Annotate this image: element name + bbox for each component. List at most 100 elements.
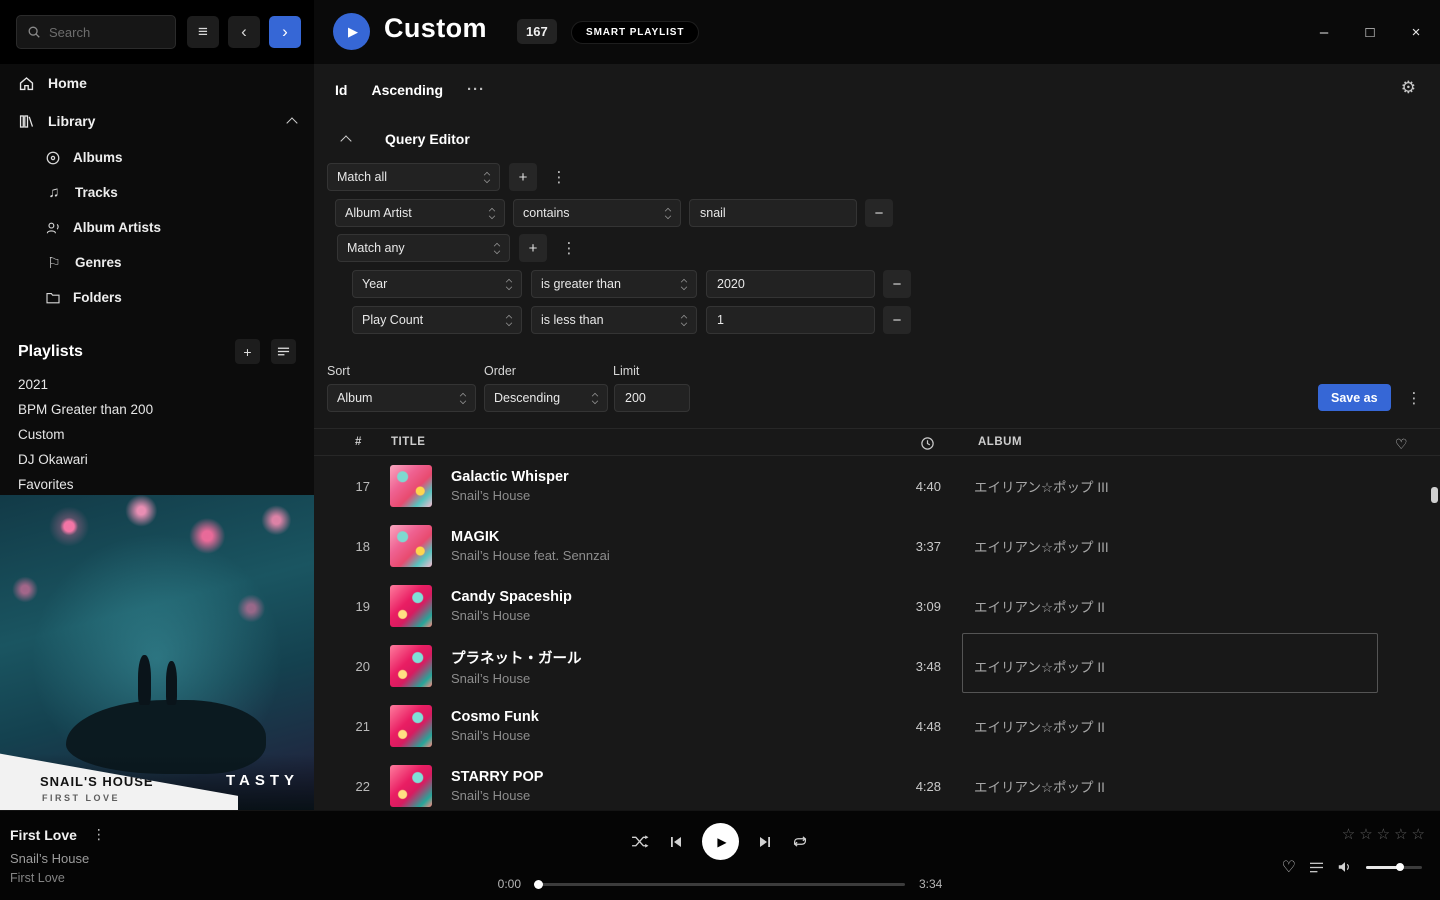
menu-icon: ≡ bbox=[198, 22, 208, 42]
collapse-query-editor-button[interactable] bbox=[333, 134, 359, 145]
track-artist: Snail’s House bbox=[451, 671, 881, 686]
playlist-item[interactable]: Favorites bbox=[0, 472, 314, 497]
rule-group-menu-button[interactable]: ⋮ bbox=[551, 163, 567, 191]
previous-button[interactable] bbox=[669, 835, 683, 849]
seek-knob bbox=[534, 880, 543, 889]
rule-value-input[interactable] bbox=[706, 306, 875, 334]
next-icon bbox=[758, 835, 772, 849]
select-stepper-icon bbox=[506, 315, 512, 326]
favorite-column-icon[interactable]: ♡ bbox=[1395, 436, 1408, 453]
gear-icon[interactable]: ⚙ bbox=[1401, 78, 1416, 98]
forward-button[interactable]: › bbox=[269, 16, 301, 48]
group-match-type-select[interactable]: Match any bbox=[337, 234, 510, 262]
track-row[interactable]: 22 STARRY POP Snail’s House 4:28 エイリアン☆ポ… bbox=[314, 756, 1440, 810]
heart-icon: ♡ bbox=[1282, 857, 1296, 877]
playlist-item[interactable]: BPM Greater than 200 bbox=[0, 397, 314, 422]
volume-slider[interactable] bbox=[1366, 866, 1422, 869]
playlist-item[interactable]: 2021 bbox=[0, 372, 314, 397]
select-stepper-icon bbox=[489, 208, 495, 219]
duration-column-icon[interactable] bbox=[920, 436, 935, 451]
sidebar-item-albums[interactable]: Albums bbox=[0, 140, 314, 175]
star-icon[interactable]: ☆ bbox=[1359, 825, 1372, 843]
track-artist: Snail’s House bbox=[451, 728, 881, 743]
add-playlist-button[interactable]: + bbox=[235, 339, 260, 364]
track-row[interactable]: 17 Galactic Whisper Snail’s House 4:40 エ… bbox=[314, 456, 1440, 516]
sidebar-item-folders[interactable]: Folders bbox=[0, 280, 314, 315]
queue-button[interactable] bbox=[1309, 861, 1324, 874]
track-row[interactable]: 19 Candy Spaceship Snail’s House 3:09 エイ… bbox=[314, 576, 1440, 636]
select-value: Descending bbox=[494, 391, 584, 405]
repeat-button[interactable] bbox=[791, 834, 809, 849]
star-icon[interactable]: ☆ bbox=[1394, 825, 1407, 843]
close-button[interactable]: × bbox=[1408, 24, 1424, 41]
match-type-select[interactable]: Match all bbox=[327, 163, 500, 191]
chevron-up-icon[interactable] bbox=[286, 117, 297, 128]
volume-icon bbox=[1337, 860, 1353, 874]
star-icon[interactable]: ☆ bbox=[1412, 825, 1425, 843]
search-box[interactable] bbox=[16, 15, 176, 49]
minus-icon: − bbox=[893, 312, 902, 329]
playlist-list-button[interactable] bbox=[271, 339, 296, 364]
sidebar-item-library[interactable]: Library bbox=[0, 102, 314, 140]
elapsed-time: 0:00 bbox=[487, 877, 521, 891]
seek-bar[interactable] bbox=[535, 883, 905, 886]
scrollbar-thumb[interactable] bbox=[1431, 487, 1438, 503]
add-rule-button[interactable]: + bbox=[509, 163, 537, 191]
track-row[interactable]: 18 MAGIK Snail’s House feat. Sennzai 3:3… bbox=[314, 516, 1440, 576]
minus-icon: − bbox=[875, 205, 884, 222]
remove-rule-button[interactable]: − bbox=[865, 199, 893, 227]
shuffle-button[interactable] bbox=[631, 834, 650, 849]
select-stepper-icon bbox=[460, 393, 466, 404]
group-menu-button[interactable]: ⋮ bbox=[561, 234, 577, 262]
back-button[interactable]: ‹ bbox=[228, 16, 260, 48]
playlist-item[interactable]: DJ Okawari bbox=[0, 447, 314, 472]
star-icon[interactable]: ☆ bbox=[1342, 825, 1355, 843]
rule-operator-select[interactable]: is greater than bbox=[531, 270, 697, 298]
order-select[interactable]: Descending bbox=[484, 384, 608, 412]
sort-select[interactable]: Album bbox=[327, 384, 476, 412]
more-options-button[interactable]: ··· bbox=[467, 81, 485, 98]
now-playing-album-art[interactable]: SNAIL'S HOUSE FIRST LOVE TASTY bbox=[0, 495, 314, 810]
sidebar-item-genres[interactable]: ⚐ Genres bbox=[0, 245, 314, 280]
sidebar-item-home[interactable]: Home bbox=[0, 64, 314, 102]
rule-value-input[interactable] bbox=[689, 199, 857, 227]
rule-operator-select[interactable]: contains bbox=[513, 199, 681, 227]
rule-field-select[interactable]: Album Artist bbox=[335, 199, 505, 227]
rule-field-select[interactable]: Year bbox=[352, 270, 522, 298]
rule-value-input[interactable] bbox=[706, 270, 875, 298]
sidebar-item-tracks[interactable]: ♫ Tracks bbox=[0, 175, 314, 210]
sidebar-item-label: Home bbox=[48, 75, 87, 91]
add-group-rule-button[interactable]: + bbox=[519, 234, 547, 262]
remove-rule-button[interactable]: − bbox=[883, 270, 911, 298]
limit-input[interactable] bbox=[614, 384, 690, 412]
sidebar-item-album-artists[interactable]: Album Artists bbox=[0, 210, 314, 245]
next-button[interactable] bbox=[758, 835, 772, 849]
sort-direction-button[interactable]: Ascending bbox=[371, 82, 443, 98]
favorite-button[interactable]: ♡ bbox=[1282, 857, 1296, 877]
column-header-index[interactable]: # bbox=[355, 436, 362, 448]
star-icon[interactable]: ☆ bbox=[1377, 825, 1390, 843]
save-menu-button[interactable]: ⋮ bbox=[1406, 384, 1422, 412]
save-as-button[interactable]: Save as bbox=[1318, 384, 1391, 411]
column-header-title[interactable]: TITLE bbox=[391, 436, 425, 448]
rule-field-select[interactable]: Play Count bbox=[352, 306, 522, 334]
column-header-album[interactable]: ALBUM bbox=[978, 436, 1022, 448]
menu-button[interactable]: ≡ bbox=[187, 16, 219, 48]
sort-field-button[interactable]: Id bbox=[335, 82, 347, 98]
maximize-button[interactable]: □ bbox=[1362, 24, 1378, 41]
rule-operator-select[interactable]: is less than bbox=[531, 306, 697, 334]
search-input[interactable] bbox=[49, 25, 165, 40]
remove-rule-button[interactable]: − bbox=[883, 306, 911, 334]
album-art-thumbnail bbox=[390, 645, 432, 687]
play-playlist-button[interactable]: ▶ bbox=[333, 13, 370, 50]
playlist-name: BPM Greater than 200 bbox=[18, 402, 153, 417]
volume-button[interactable] bbox=[1337, 860, 1353, 874]
minimize-button[interactable]: – bbox=[1316, 24, 1332, 41]
track-row[interactable]: 20 プラネット・ガール Snail’s House 3:48 エイリアン☆ポッ… bbox=[314, 636, 1440, 696]
album-art-thumbnail bbox=[390, 705, 432, 747]
play-button[interactable]: ▶ bbox=[702, 823, 739, 860]
playlist-item[interactable]: Custom bbox=[0, 422, 314, 447]
sidebar-item-label: Album Artists bbox=[73, 220, 161, 235]
track-row[interactable]: 21 Cosmo Funk Snail’s House 4:48 エイリアン☆ポ… bbox=[314, 696, 1440, 756]
track-menu-button[interactable]: ⋮ bbox=[92, 826, 106, 843]
